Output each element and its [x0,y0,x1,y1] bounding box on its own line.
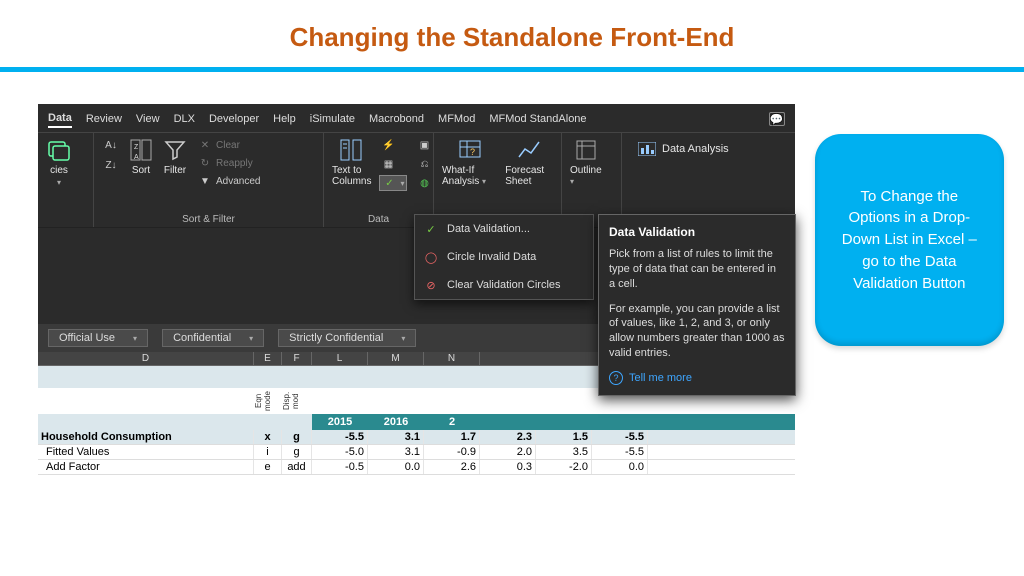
tooltip-p2: For example, you can provide a list of v… [609,302,785,361]
forecast-button[interactable]: Forecast Sheet [505,137,553,187]
row-fitted-values[interactable]: Fitted Valuesig -5.03.1-0.92.03.5-5.5 [38,445,795,460]
menu-data-validation[interactable]: ✓ Data Validation... [415,215,593,243]
checkmark-icon: ✓ [423,221,439,237]
advanced-button[interactable]: ▼Advanced [196,173,262,189]
text-to-columns-label: Text to Columns [332,165,371,187]
currencies-icon[interactable] [46,137,72,163]
help-icon: ? [609,371,623,385]
clear-circle-icon: ⊘ [423,277,439,293]
tab-isimulate[interactable]: iSimulate [310,111,355,127]
tab-data[interactable]: Data [48,110,72,128]
instruction-callout: To Change the Options in a Drop-Down Lis… [815,134,1004,346]
year-row: 201520162 [38,414,795,430]
sort-label: Sort [132,165,150,176]
outline-button[interactable]: Outline▾ [570,137,602,187]
relationships-icon[interactable]: ⎌ [415,156,433,172]
data-analysis-label: Data Analysis [662,143,729,155]
slide-title: Changing the Standalone Front-End [0,0,1024,67]
data-analysis-button[interactable]: Data Analysis [632,139,735,159]
group-data-tools: Data [332,212,425,225]
row-household-consumption[interactable]: Household Consumptionxg -5.53.11.72.31.5… [38,430,795,445]
disp-mode-header: Disp. mod [282,388,312,414]
data-validation-tooltip: Data Validation Pick from a list of rule… [598,214,796,396]
filter-button[interactable]: Filter [162,137,188,176]
row-add-factor[interactable]: Add Factoreadd -0.50.02.60.3-2.00.0 [38,460,795,475]
tab-mfmod[interactable]: MFMod [438,111,475,127]
tell-me-more-link[interactable]: ? Tell me more [609,371,785,385]
group-sort-filter: Sort & Filter [102,212,315,225]
what-if-button[interactable]: ? What-If Analysis ▾ [442,137,497,187]
menu-clear-circles[interactable]: ⊘ Clear Validation Circles [415,271,593,299]
svg-text:A: A [134,154,139,161]
filter-label: Filter [164,165,186,176]
clear-filter-button[interactable]: ✕Clear [196,137,262,153]
tooltip-title: Data Validation [609,225,785,239]
tooltip-p1: Pick from a list of rules to limit the t… [609,247,785,292]
ribbon-tabs: Data Review View DLX Developer Help iSim… [38,104,795,132]
sort-az-button[interactable]: A↓ [102,137,120,153]
data-validation-icon[interactable]: ✓▾ [379,175,407,191]
tab-view[interactable]: View [136,111,160,127]
comments-icon[interactable]: 💬 [769,112,785,126]
tab-developer[interactable]: Developer [209,111,259,127]
sort-button[interactable]: ZA Sort [128,137,154,176]
tab-macrobond[interactable]: Macrobond [369,111,424,127]
sort-za-button[interactable]: Z↓ [102,157,120,173]
currencies-label: cies [50,165,68,176]
class-confidential[interactable]: Confidential▾ [162,329,264,347]
tab-dlx[interactable]: DLX [174,111,195,127]
tab-review[interactable]: Review [86,111,122,127]
remove-dupes-icon[interactable]: ▦ [379,156,407,172]
what-if-label: What-If Analysis [442,165,479,187]
menu-circle-invalid[interactable]: ◯ Circle Invalid Data [415,243,593,271]
data-validation-dropdown: ✓ Data Validation... ◯ Circle Invalid Da… [414,214,594,300]
svg-text:Z: Z [134,144,139,151]
tab-help[interactable]: Help [273,111,296,127]
forecast-label: Forecast Sheet [505,165,553,187]
eqn-mode-header: Eqn mode [254,388,282,414]
excel-window: Data Review View DLX Developer Help iSim… [38,104,795,475]
flash-fill-icon[interactable]: ⚡ [379,137,407,153]
outline-label: Outline [570,165,602,176]
svg-text:?: ? [470,147,475,157]
reapply-button[interactable]: ↻Reapply [196,155,262,171]
text-to-columns-button[interactable]: Text to Columns [332,137,371,187]
tab-mfmod-standalone[interactable]: MFMod StandAlone [489,111,586,127]
circle-icon: ◯ [423,249,439,265]
class-strictly-confidential[interactable]: Strictly Confidential▾ [278,329,416,347]
data-model-icon[interactable]: ◍ [415,175,433,191]
consolidate-icon[interactable]: ▣ [415,137,433,153]
class-official-use[interactable]: Official Use▾ [48,329,148,347]
